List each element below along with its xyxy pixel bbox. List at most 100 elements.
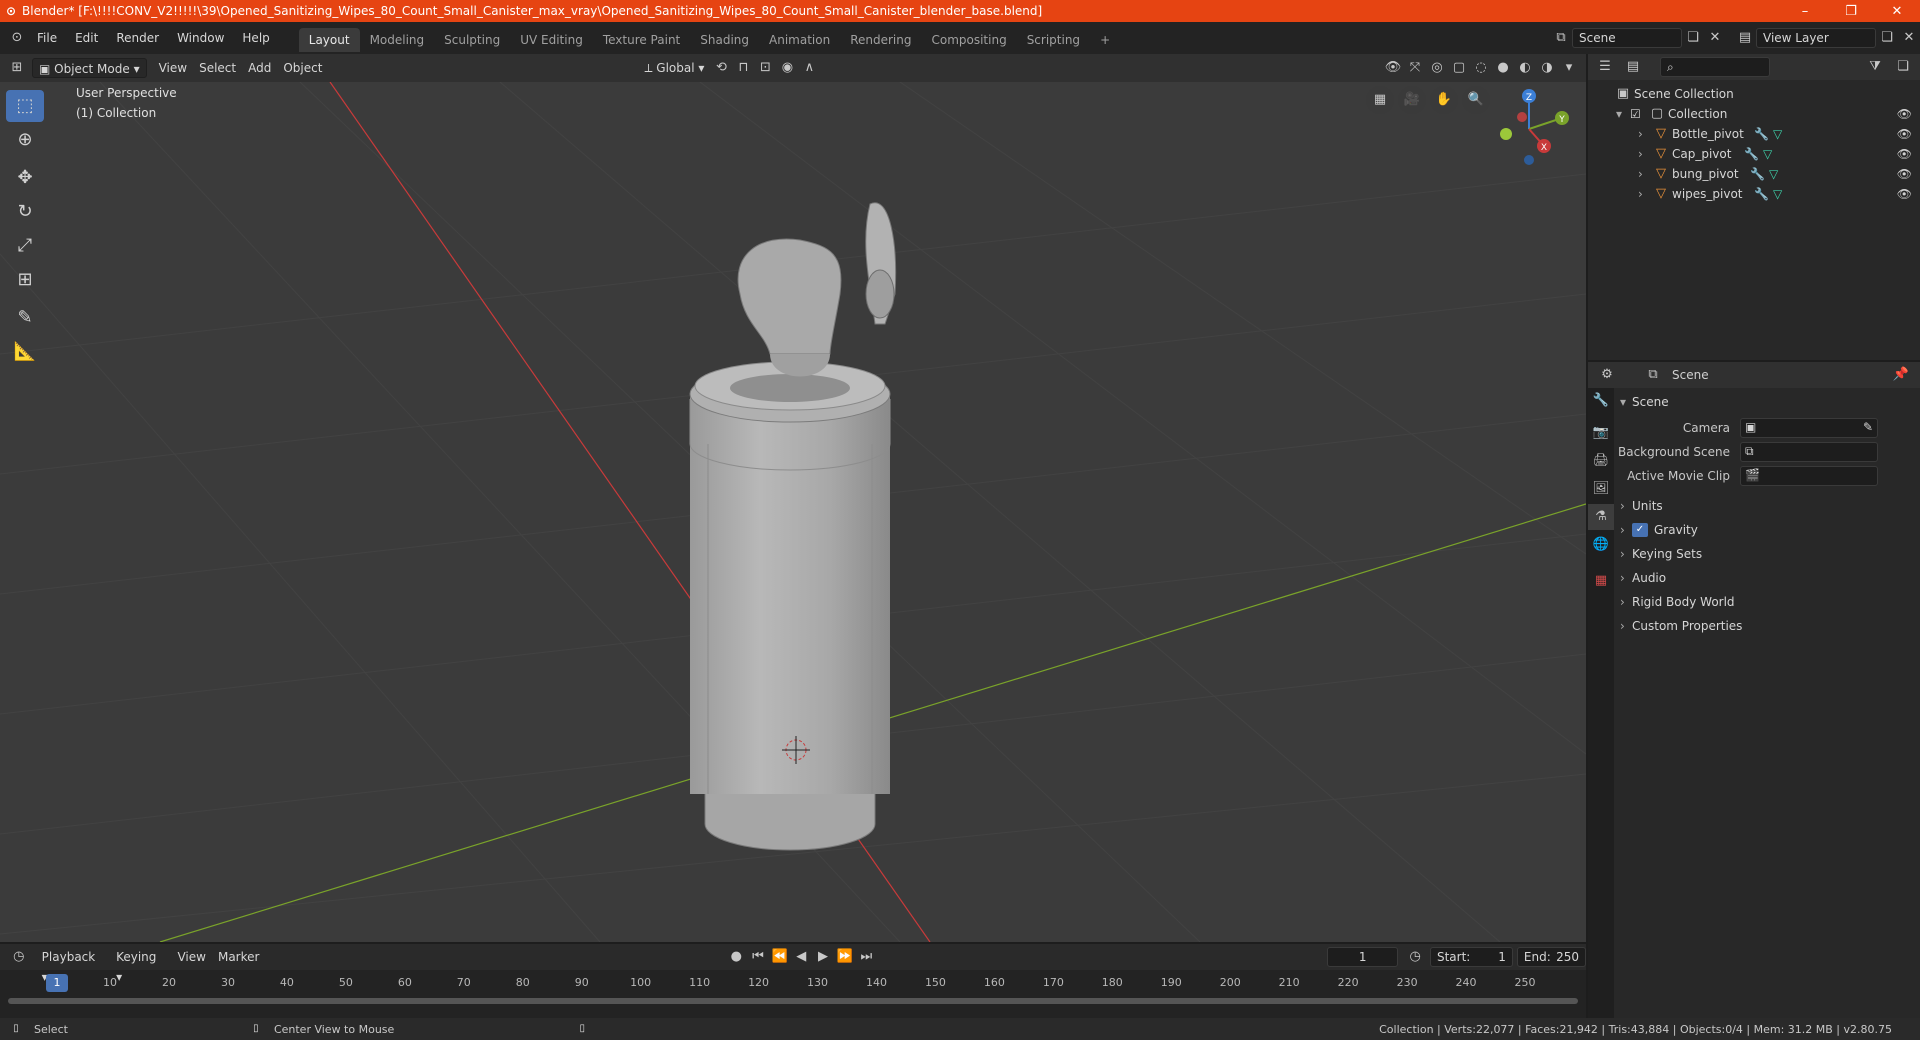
keying-sets-panel-header[interactable]: › Keying Sets xyxy=(1616,542,1920,566)
gravity-checkbox[interactable]: ✓ xyxy=(1632,523,1648,537)
expand-arrow-icon[interactable]: › xyxy=(1638,187,1650,201)
filter-icon[interactable]: ⧩ xyxy=(1864,56,1886,78)
eye-icon[interactable]: 👁 xyxy=(1897,187,1912,201)
play-reverse-icon[interactable]: ◀ xyxy=(790,946,812,968)
current-frame-field[interactable]: 1 xyxy=(1327,947,1399,967)
shading-options-icon[interactable]: ▾ xyxy=(1558,57,1580,79)
rendered-shading-icon[interactable]: ◑ xyxy=(1536,57,1558,79)
active-movie-clip-field[interactable]: 🎬 xyxy=(1740,466,1878,486)
measure-tool-icon[interactable]: 📐 xyxy=(6,336,44,368)
tab-scripting[interactable]: Scripting xyxy=(1017,28,1090,52)
restore-button[interactable]: ❐ xyxy=(1828,4,1874,19)
expand-arrow-icon[interactable]: › xyxy=(1638,167,1650,181)
units-panel-header[interactable]: › Units xyxy=(1616,494,1920,518)
toggle-ortho-icon[interactable]: ▦ xyxy=(1366,86,1394,114)
tab-layout[interactable]: Layout xyxy=(298,28,360,52)
scene-panel-header[interactable]: ▾ Scene xyxy=(1616,390,1920,414)
eye-icon[interactable]: 👁 xyxy=(1897,147,1912,161)
start-frame-field[interactable]: Start: 1 xyxy=(1429,947,1513,967)
world-tab-icon[interactable]: 🌐 xyxy=(1588,532,1614,558)
tab-sculpting[interactable]: Sculpting xyxy=(434,28,510,52)
tree-row-object[interactable]: › ▽ wipes_pivot 🔧 ▽ 👁 xyxy=(1588,184,1920,204)
blender-menu-icon[interactable]: ⊙ xyxy=(6,27,28,49)
editor-type-icon[interactable]: ⊞ xyxy=(6,57,28,79)
scene-field[interactable]: Scene xyxy=(1572,28,1682,48)
jump-to-keyframe-back-icon[interactable]: ⏪ xyxy=(769,946,791,968)
viewport-menu-object[interactable]: Object xyxy=(277,58,328,78)
collapse-arrow-icon[interactable]: ▾ xyxy=(1616,107,1630,121)
tree-row-object[interactable]: › ▽ bung_pivot 🔧 ▽ 👁 xyxy=(1588,164,1920,184)
gizmo-toggle-icon[interactable]: ⤧ xyxy=(1404,57,1426,79)
tree-row-object[interactable]: › ▽ Bottle_pivot 🔧 ▽ 👁 xyxy=(1588,124,1920,144)
keying-menu[interactable]: Keying ▾ xyxy=(110,947,171,984)
scene-browse-icon[interactable]: ⧉ xyxy=(1550,27,1572,49)
tab-shading[interactable]: Shading xyxy=(690,28,759,52)
pan-icon[interactable]: ✋ xyxy=(1430,86,1458,114)
snap-target-icon[interactable]: ⊡ xyxy=(754,57,776,79)
snap-icon[interactable]: ⊓ xyxy=(732,57,754,79)
tree-row-collection[interactable]: ▾ ☑ ▢ Collection 👁 xyxy=(1588,104,1920,124)
jump-to-keyframe-forward-icon[interactable]: ⏩ xyxy=(834,946,856,968)
menu-edit[interactable]: Edit xyxy=(66,22,107,54)
custom-properties-panel-header[interactable]: › Custom Properties xyxy=(1616,614,1920,638)
expand-arrow-icon[interactable]: › xyxy=(1638,127,1650,141)
playback-menu[interactable]: Playback ▾ xyxy=(36,947,110,984)
pin-icon[interactable]: 📌 xyxy=(1890,364,1912,386)
frame-ruler[interactable]: 1 10 20 30 40 50 60 70 80 90 100 110 120 130 140 150 160… xyxy=(0,972,1586,994)
outliner-search-input[interactable]: ⌕ xyxy=(1660,57,1770,77)
end-frame-field[interactable]: End: 250 xyxy=(1516,947,1587,967)
view-layer-browse-icon[interactable]: ▤ xyxy=(1734,27,1756,49)
gravity-panel-header[interactable]: › ✓ Gravity xyxy=(1616,518,1920,542)
falloff-icon[interactable]: ∧ xyxy=(798,57,820,79)
rigid-body-world-panel-header[interactable]: › Rigid Body World xyxy=(1616,590,1920,614)
display-mode-icon[interactable]: ▤ xyxy=(1622,56,1644,78)
camera-view-icon[interactable]: 🎥 xyxy=(1398,86,1426,114)
scale-tool-icon[interactable]: ⤢ xyxy=(6,230,44,262)
transform-tool-icon[interactable]: ⊞ xyxy=(6,264,44,296)
eyedropper-icon[interactable]: ✎ xyxy=(1863,420,1873,434)
tree-row-object[interactable]: › ▽ Cap_pivot 🔧 ▽ 👁 xyxy=(1588,144,1920,164)
overlays-icon[interactable]: ◎ xyxy=(1426,57,1448,79)
properties-editor-type-icon[interactable]: ⚙ xyxy=(1596,364,1618,386)
delete-view-layer-icon[interactable]: ✕ xyxy=(1898,27,1920,49)
expand-arrow-icon[interactable]: › xyxy=(1638,147,1650,161)
texture-tab-icon[interactable]: ▦ xyxy=(1588,568,1614,594)
outliner-editor-type-icon[interactable]: ☰ xyxy=(1594,56,1616,78)
3d-viewport[interactable]: ⊞ ▣ Object Mode ▾ View Select Add Object… xyxy=(0,54,1586,942)
output-tab-icon[interactable]: 🖨 xyxy=(1588,448,1614,474)
solid-shading-icon[interactable]: ● xyxy=(1492,57,1514,79)
collection-checkbox[interactable]: ☑ xyxy=(1630,107,1646,121)
viewport-menu-select[interactable]: Select xyxy=(193,58,242,78)
minimize-button[interactable]: – xyxy=(1782,4,1828,19)
play-icon[interactable]: ▶ xyxy=(812,946,834,968)
xray-icon[interactable]: ▢ xyxy=(1448,57,1470,79)
tool-tab-icon[interactable]: 🔧 xyxy=(1588,388,1614,414)
wireframe-shading-icon[interactable]: ◌ xyxy=(1470,57,1492,79)
menu-window[interactable]: Window xyxy=(168,22,233,54)
current-frame-indicator[interactable]: 1 xyxy=(46,974,68,992)
new-view-layer-icon[interactable]: ❏ xyxy=(1876,27,1898,49)
new-collection-icon[interactable]: ❏ xyxy=(1892,56,1914,78)
eye-icon[interactable]: 👁 xyxy=(1897,167,1912,181)
move-tool-icon[interactable]: ✥ xyxy=(6,162,44,194)
annotate-tool-icon[interactable]: ✎ xyxy=(6,302,44,334)
view-layer-tab-icon[interactable]: 🖼 xyxy=(1588,476,1614,502)
scene-tab-icon[interactable]: ⚗ xyxy=(1588,504,1614,530)
add-workspace-button[interactable]: + xyxy=(1090,28,1120,52)
view-layer-field[interactable]: View Layer xyxy=(1756,28,1876,48)
close-button[interactable]: ✕ xyxy=(1874,4,1920,19)
timeline-view-menu[interactable]: View xyxy=(171,947,211,967)
tab-compositing[interactable]: Compositing xyxy=(921,28,1016,52)
tab-uv-editing[interactable]: UV Editing xyxy=(510,28,593,52)
delete-scene-icon[interactable]: ✕ xyxy=(1704,27,1726,49)
jump-to-start-icon[interactable]: ⏮ xyxy=(747,946,769,968)
proportional-editing-icon[interactable]: ◉ xyxy=(776,57,798,79)
eye-icon[interactable]: 👁 xyxy=(1897,107,1912,121)
visibility-icon[interactable]: 👁 xyxy=(1382,57,1404,79)
jump-to-end-icon[interactable]: ⏭ xyxy=(855,946,877,968)
preview-range-icon[interactable]: ◷ xyxy=(1404,946,1426,968)
navigation-gizmo[interactable]: Z Y X xyxy=(1484,84,1574,174)
marker-menu[interactable]: Marker xyxy=(212,947,265,967)
tab-modeling[interactable]: Modeling xyxy=(360,28,435,52)
timeline-scrollbar[interactable] xyxy=(8,998,1578,1004)
